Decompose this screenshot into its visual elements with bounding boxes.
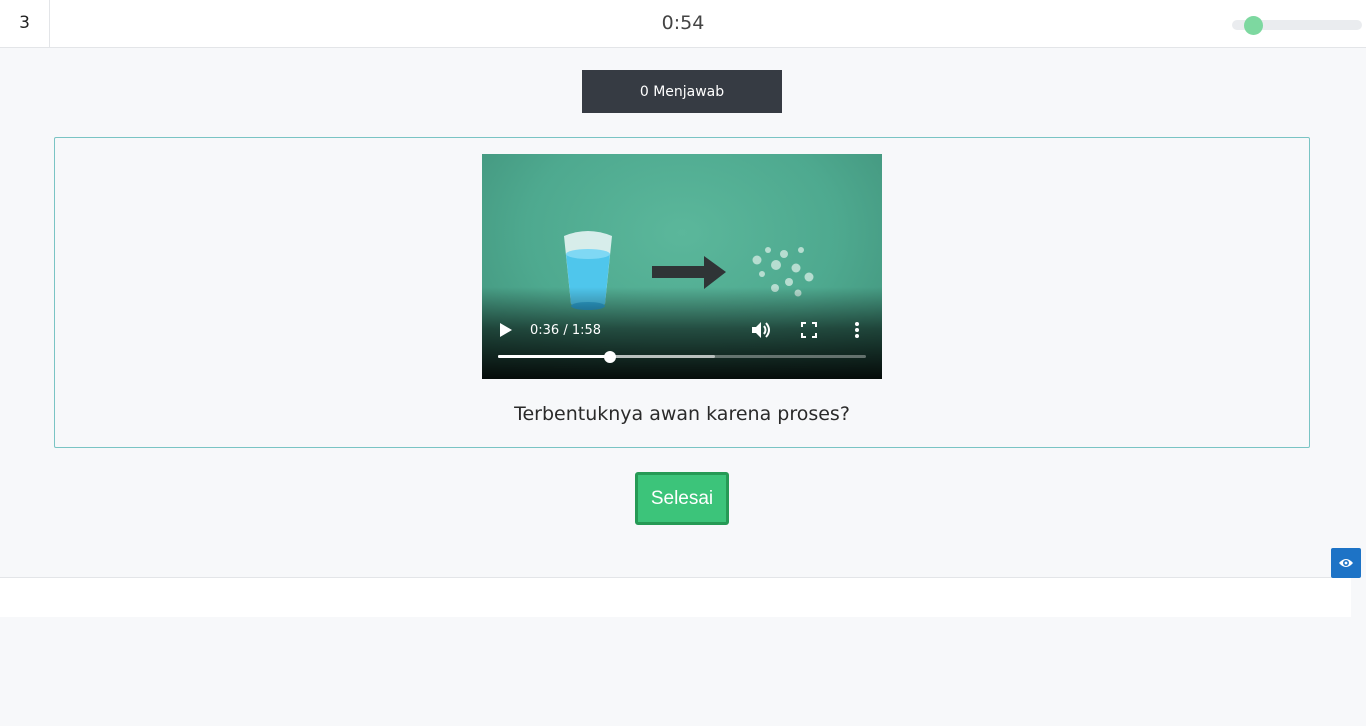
fullscreen-icon[interactable] [801, 322, 817, 338]
timer-slider-knob[interactable] [1244, 16, 1263, 35]
video-progress-bar [498, 355, 611, 358]
answered-count-badge: 0 Menjawab [582, 70, 782, 113]
video-progress-track[interactable] [498, 351, 866, 363]
video-time: 0:36 / 1:58 [530, 323, 602, 338]
bottom-strip [0, 577, 1351, 617]
question-number: 3 [0, 0, 50, 47]
top-bar: 3 0:54 [0, 0, 1366, 48]
play-icon[interactable] [499, 322, 513, 338]
question-text: Terbentuknya awan karena proses? [514, 403, 850, 425]
question-card: 0:36 / 1:58 Terbentuknya awan karena pro… [54, 137, 1310, 448]
video-player[interactable]: 0:36 / 1:58 [482, 154, 882, 379]
more-vertical-icon[interactable] [854, 321, 860, 339]
timer-slider[interactable] [1232, 16, 1362, 35]
volume-icon[interactable] [751, 320, 773, 340]
timer: 0:54 [661, 12, 705, 34]
eye-icon [1339, 559, 1353, 567]
eye-button[interactable] [1331, 548, 1361, 578]
finish-button[interactable]: Selesai [635, 472, 729, 525]
